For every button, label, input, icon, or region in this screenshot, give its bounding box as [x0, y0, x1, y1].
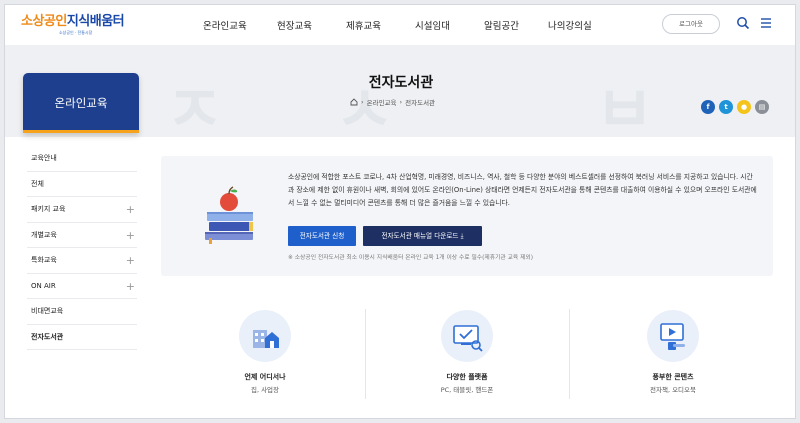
facebook-icon[interactable]: f — [701, 100, 715, 114]
apply-button[interactable]: 전자도서관 신청 — [288, 226, 356, 246]
intro-note: ※ 소상공인 전자도서관 최소 이용시 지식배움터 온라인 교육 1개 이상 수… — [288, 255, 534, 261]
sidebar-title: 온라인교육 — [54, 96, 108, 110]
building-icon — [239, 310, 291, 362]
plus-icon[interactable]: + — [126, 248, 135, 273]
nav-online[interactable]: 온라인교육 — [203, 18, 247, 32]
logo-tagline: 소상공인 · 전통시장 — [59, 30, 93, 35]
nav-my-classroom[interactable]: 나의강의실 — [548, 18, 592, 32]
site-header: 소상공인지식배움터 소상공인 · 전통시장 온라인교육 현장교육 제휴교육 시설… — [5, 5, 795, 45]
sidebar-item-ebook-library[interactable]: 전자도서관 — [27, 325, 137, 350]
breadcrumb-item[interactable]: 온라인교육 — [367, 97, 397, 107]
divider — [365, 309, 366, 399]
sidebar-item-on-air[interactable]: ON AIR + — [27, 274, 137, 299]
logout-button[interactable]: 로그아웃 — [662, 14, 720, 34]
divider — [569, 309, 570, 399]
sidebar-item-package[interactable]: 패키지 교육 + — [27, 197, 137, 223]
home-icon[interactable] — [350, 98, 358, 106]
plus-icon[interactable]: + — [126, 197, 135, 222]
nav-notice[interactable]: 알림공간 — [484, 18, 519, 32]
sidebar-nav: 교육안내 전체 패키지 교육 + 개별교육 + 특화교육 + ON AIR + 비대면교… — [27, 146, 137, 350]
sidebar-item-label: 교육안내 — [31, 154, 57, 162]
sidebar-item-label: ON AIR — [31, 281, 56, 290]
breadcrumb-separator: › — [361, 98, 364, 106]
feature-subtitle: 집, 사업장 — [250, 386, 280, 394]
site-logo[interactable]: 소상공인지식배움터 소상공인 · 전통시장 — [21, 10, 125, 36]
nav-partner[interactable]: 제휴교육 — [346, 18, 381, 32]
sidebar-accent-bar — [23, 130, 139, 133]
sidebar-item-label: 비대면교육 — [31, 307, 64, 315]
search-icon[interactable] — [736, 16, 750, 30]
device-icon — [441, 310, 493, 362]
banner-decoration: ㅈ — [165, 74, 224, 137]
sidebar-item-individual[interactable]: 개별교육 + — [27, 223, 137, 248]
manual-download-button[interactable]: 전자도서관 매뉴얼 다운로드 ⤓ — [363, 226, 482, 246]
manual-download-label: 전자도서관 매뉴얼 다운로드 — [381, 232, 459, 240]
breadcrumb-item[interactable]: 전자도서관 — [405, 97, 435, 107]
download-icon: ⤓ — [460, 232, 464, 240]
feature-subtitle: PC, 태블릿, 핸드폰 — [440, 386, 494, 394]
feature-title: 풍부한 콘텐츠 — [652, 373, 694, 381]
logo-secondary: 지식배움터 — [66, 14, 125, 29]
sidebar-item-label: 특화교육 — [31, 256, 57, 264]
breadcrumb-separator: › — [399, 98, 403, 106]
sidebar-item-label: 패키지 교육 — [31, 205, 66, 213]
plus-icon[interactable]: + — [126, 223, 135, 248]
logo-primary: 소상공인 — [21, 14, 67, 29]
twitter-icon[interactable]: t — [719, 100, 733, 114]
banner-decoration: ㅂ — [595, 74, 654, 137]
sidebar-title-box: 온라인교육 — [23, 73, 139, 133]
print-icon[interactable]: ▤ — [755, 100, 769, 114]
feature-subtitle: 전자책, 오디오북 — [650, 386, 696, 394]
feature-title: 언제 어디서나 — [244, 373, 286, 381]
sidebar-item-special[interactable]: 특화교육 + — [27, 248, 137, 274]
sidebar-item-all[interactable]: 전체 — [27, 172, 137, 197]
sidebar-item-label: 전체 — [31, 179, 44, 188]
books-apple-icon — [205, 186, 253, 244]
kakao-story-icon[interactable]: ● — [737, 100, 751, 114]
sidebar-item-label: 개별교육 — [31, 230, 57, 239]
breadcrumb: › 온라인교육 › 전자도서관 — [350, 97, 435, 107]
feature-title: 다양한 플랫폼 — [446, 373, 488, 381]
sidebar-item-guide[interactable]: 교육안내 — [27, 146, 137, 172]
plus-icon[interactable]: + — [126, 274, 135, 299]
menu-icon[interactable] — [759, 16, 773, 30]
intro-panel: 소상공인에 적합한 포스트 코로나, 4차 산업혁명, 미래경영, 비즈니스, … — [161, 156, 773, 276]
nav-facility[interactable]: 시설임대 — [415, 18, 450, 32]
media-icon — [647, 310, 699, 362]
sidebar-item-label: 전자도서관 — [31, 332, 64, 341]
page-frame: 소상공인지식배움터 소상공인 · 전통시장 온라인교육 현장교육 제휴교육 시설… — [4, 4, 796, 419]
sidebar-item-untact[interactable]: 비대면교육 — [27, 299, 137, 325]
nav-onsite[interactable]: 현장교육 — [277, 18, 312, 32]
intro-text: 소상공인에 적합한 포스트 코로나, 4차 산업혁명, 미래경영, 비즈니스, … — [288, 173, 757, 207]
